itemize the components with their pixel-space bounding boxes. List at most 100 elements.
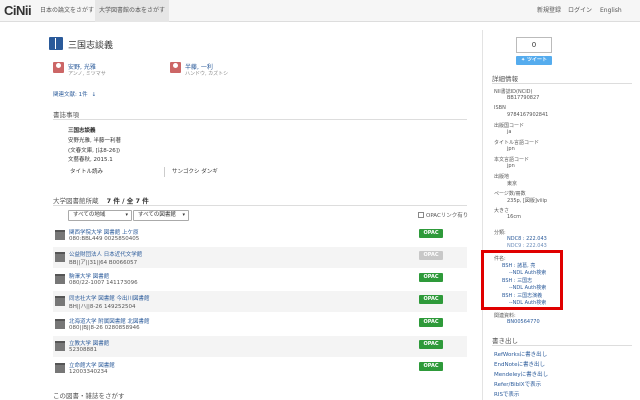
export-refworks-link[interactable]: RefWorksに書き出し [494,350,547,358]
detail-label-ncid: NII書誌ID(NCID) [494,89,533,95]
holdings-count: 7 件 / 全 7 件 [106,197,149,205]
detail-value-pages: 235p, [図版]viiip [507,198,548,204]
library-name-link[interactable]: 北海道大学 附属図書館 北図書館 [69,317,150,325]
detail-value-title-lang: jpn [507,146,515,152]
details-heading: 詳細情報 [492,75,518,83]
checkbox-icon[interactable] [418,212,424,218]
detail-label-text-lang: 本文言語コード [494,157,530,163]
detail-value-country: ja [507,129,512,135]
call-number: 12003340234 [69,369,108,375]
classification-label: 分類: [494,230,506,236]
share-count: 0 [516,37,552,53]
author-kana: アンノ, ミツマサ [68,71,106,77]
opac-button[interactable]: OPAC [419,362,443,371]
chevron-down-icon: ▾ [125,212,128,218]
opac-link-filter-checkbox[interactable]: OPACリンク有り [418,211,468,219]
export-refer-bibix-link[interactable]: Refer/BibIXで表示 [494,380,541,388]
author-kana: ハンドウ, カズトシ [185,71,229,77]
library-building-icon [55,296,65,306]
bib-series-line: (文春文庫, [は8-26]) [68,148,121,154]
library-name-link[interactable]: 公益財団法人 日本近代文学館 [69,250,142,258]
library-building-icon [55,252,65,262]
tab-search-university-library-books[interactable]: 大学図書館の本をさがす [95,0,170,22]
divider [492,345,632,346]
library-filter-select[interactable]: すべての図書館 ▾ [133,210,189,221]
person-icon [170,62,181,73]
library-name-link[interactable]: 駒澤大学 図書館 [69,272,109,280]
call-number: 080||BJ|8-26 0280858946 [69,325,140,331]
library-building-icon [55,274,65,284]
detail-value-text-lang: jpn [507,163,515,169]
bib-publisher-line: 文藝春秋, 2015.1 [68,157,113,163]
bibliography-heading: 書誌事項 [53,111,79,119]
call-number: BH||ハ||8-26 149252504 [69,304,136,310]
region-filter-value: すべての地域 [73,212,106,218]
call-number: 080/22-1007 141173096 [69,280,138,286]
library-name-link[interactable]: 関西学院大学 図書館 上ケ原 [69,228,139,236]
opac-button-disabled: OPAC [419,251,443,260]
library-building-icon [55,319,65,329]
export-endnote-link[interactable]: EndNoteに書き出し [494,360,545,368]
holding-row: 立命館大学 図書館 12003340234 OPAC [53,358,467,379]
search-this-book-heading: この図書・雑誌をさがす [53,392,125,400]
holding-row: 駒澤大学 図書館 080/22-1007 141173096 OPAC [53,269,467,290]
export-mendeley-link[interactable]: Mendeleyに書き出し [494,370,548,378]
detail-label-country: 出版国コード [494,123,525,129]
divider [53,205,467,206]
holding-row: 公益財団法人 日本近代文学館 BB||ア||31||64 B0066057 OP… [53,247,467,268]
detail-label-isbn: ISBN [494,105,506,111]
holding-row: 同志社大学 図書館 今出川図書館 BH||ハ||8-26 149252504 O… [53,291,467,312]
title-reading-label: タイトル読み [70,169,104,175]
twitter-bird-icon: ✦ [521,57,526,63]
holdings-heading-label: 大学図書館所蔵 [53,197,99,205]
detail-label-place: 出版地 [494,174,510,180]
opac-button[interactable]: OPAC [419,318,443,327]
library-name-link[interactable]: 立教大学 図書館 [69,339,109,347]
library-building-icon [55,363,65,373]
chevron-down-icon: ▾ [182,212,185,218]
library-name-link[interactable]: 立命館大学 図書館 [69,361,115,369]
detail-value-place: 東京 [507,181,518,187]
detail-label-title-lang: タイトル言語コード [494,140,540,146]
book-icon [49,37,63,50]
login-link[interactable]: ログイン [568,0,592,22]
detail-value-isbn: 9784167902841 [507,112,549,118]
library-building-icon [55,341,65,351]
cinii-logo[interactable]: CiNii [4,3,32,18]
top-navigation-bar: CiNii 日本の論文をさがす 大学図書館の本をさがす 新規登録 ログイン En… [0,0,640,22]
opac-button[interactable]: OPAC [419,273,443,282]
book-title: 三国志談義 [68,41,114,51]
opac-button[interactable]: OPAC [419,340,443,349]
person-icon [53,62,64,73]
library-building-icon [55,230,65,240]
tweet-button[interactable]: ✦ ツイート [516,56,552,65]
related-material-link[interactable]: BN00564770 [507,319,540,325]
divider [53,119,467,120]
export-heading: 書き出し [492,337,518,345]
related-material-label: 関連資料: [494,313,516,319]
holding-row: 関西学院大学 図書館 上ケ原 080:BBL449 0025850405 OPA… [53,225,467,246]
tab-search-articles[interactable]: 日本の論文をさがす [36,0,98,22]
export-ris-link[interactable]: RISで表示 [494,390,519,398]
opac-button[interactable]: OPAC [419,295,443,304]
subjects-highlight-box [481,250,563,310]
library-name-link[interactable]: 同志社大学 図書館 今出川図書館 [69,294,150,302]
classification-ndc9-link[interactable]: NDC9 : 222.043 [507,243,547,249]
detail-value-size: 16cm [507,214,521,220]
opac-link-filter-label: OPACリンク有り [426,213,469,219]
bib-author-line: 安野光雅, 半藤一利著 [68,138,121,144]
classification-ndc8-link[interactable]: NDC8 : 222.043 [507,236,547,242]
call-number: BB||ア||31||64 B0066057 [69,260,138,266]
region-filter-select[interactable]: すべての地域 ▾ [68,210,132,221]
divider [492,83,632,84]
opac-button[interactable]: OPAC [419,229,443,238]
title-reading-value: サンゴクシ ダンギ [172,169,218,175]
related-documents-link[interactable]: 関連文献: 1件 ↓ [53,90,96,98]
holding-row: 立教大学 図書館 52308881 OPAC [53,336,467,357]
divider [164,167,165,177]
register-link[interactable]: 新規登録 [537,0,561,22]
detail-value-ncid: BB17790827 [507,95,540,101]
detail-label-pages: ページ数/冊数 [494,191,526,197]
related-documents-label: 関連文献: 1件 [53,92,88,98]
english-link[interactable]: English [600,0,622,22]
